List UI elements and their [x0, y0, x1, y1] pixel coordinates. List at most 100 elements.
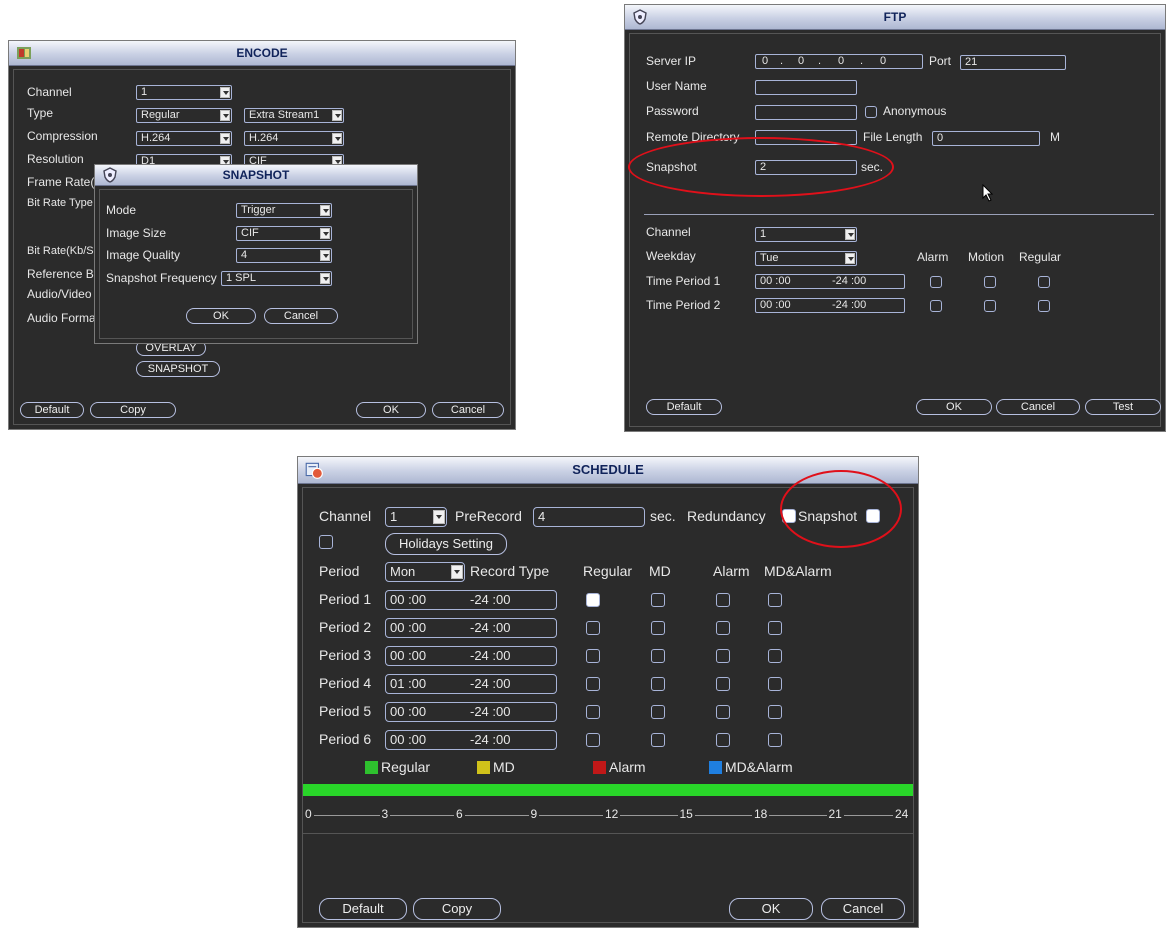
ftp-period2-regular-checkbox[interactable]: [1038, 300, 1050, 312]
schedule-period-md-checkbox[interactable]: [651, 593, 665, 607]
ftp-weekday-select[interactable]: Tue: [755, 251, 857, 266]
chevron-down-icon: [320, 250, 330, 261]
encode-type-extra-select[interactable]: Extra Stream1: [244, 108, 344, 123]
ftp-anonymous-checkbox[interactable]: [865, 106, 877, 118]
encode-ok-button[interactable]: OK: [356, 402, 426, 418]
snapshot-size-select[interactable]: CIF: [236, 226, 332, 241]
schedule-copy-button[interactable]: Copy: [413, 898, 501, 920]
encode-default-button[interactable]: Default: [20, 402, 84, 418]
ftp-username-input[interactable]: [755, 80, 857, 95]
ftp-server-ip-input[interactable]: 0 . 0 . 0 . 0: [755, 54, 923, 69]
ftp-cancel-button[interactable]: Cancel: [996, 399, 1080, 415]
ftp-channel-select[interactable]: 1: [755, 227, 857, 242]
ftp-password-input[interactable]: [755, 105, 857, 120]
schedule-period-md-checkbox[interactable]: [651, 621, 665, 635]
encode-label-bit-rate: Bit Rate(Kb/S: [27, 245, 94, 257]
legend-md-swatch: [477, 761, 490, 774]
encode-cancel-button[interactable]: Cancel: [432, 402, 504, 418]
ftp-col-motion: Motion: [968, 250, 1005, 264]
encode-channel-select[interactable]: 1: [136, 85, 232, 100]
chevron-down-icon: [332, 110, 342, 121]
snapshot-mode-select[interactable]: Trigger: [236, 203, 332, 218]
encode-label-audio-format: Audio Forma: [27, 311, 96, 325]
schedule-redundancy-label: Redundancy: [687, 508, 766, 524]
schedule-period-mdalarm-checkbox[interactable]: [768, 733, 782, 747]
ftp-period2-motion-checkbox[interactable]: [984, 300, 996, 312]
schedule-period-regular-checkbox[interactable]: [586, 593, 600, 607]
schedule-period-alarm-checkbox[interactable]: [716, 649, 730, 663]
schedule-period-regular-checkbox[interactable]: [586, 705, 600, 719]
ftp-test-button[interactable]: Test: [1085, 399, 1161, 415]
schedule-period-mdalarm-checkbox[interactable]: [768, 677, 782, 691]
schedule-period-alarm-checkbox[interactable]: [716, 593, 730, 607]
schedule-period-alarm-checkbox[interactable]: [716, 677, 730, 691]
chevron-down-icon: [451, 565, 463, 579]
ftp-period1-alarm-checkbox[interactable]: [930, 276, 942, 288]
schedule-period-md-checkbox[interactable]: [651, 677, 665, 691]
snapshot-ok-button[interactable]: OK: [186, 308, 256, 324]
schedule-holiday-checkbox[interactable]: [319, 535, 333, 549]
ftp-file-length-input[interactable]: 0: [932, 131, 1040, 146]
chevron-down-icon: [320, 273, 330, 284]
schedule-cancel-button[interactable]: Cancel: [821, 898, 905, 920]
encode-compression-main-select[interactable]: H.264: [136, 131, 232, 146]
timeline-tick-label: 18: [752, 807, 770, 821]
schedule-period-mdalarm-checkbox[interactable]: [768, 593, 782, 607]
schedule-ok-button[interactable]: OK: [729, 898, 813, 920]
schedule-period-row-label: Period 2: [319, 619, 372, 635]
schedule-period-md-checkbox[interactable]: [651, 649, 665, 663]
ftp-ok-button[interactable]: OK: [916, 399, 992, 415]
schedule-period-time-input[interactable]: 00 :00 -24 :00: [385, 730, 557, 750]
ftp-period2-alarm-checkbox[interactable]: [930, 300, 942, 312]
schedule-period-row-label: Period 5: [319, 703, 372, 719]
ftp-period1-motion-checkbox[interactable]: [984, 276, 996, 288]
encode-copy-button[interactable]: Copy: [90, 402, 176, 418]
schedule-channel-select[interactable]: 1: [385, 507, 447, 527]
schedule-period-md-checkbox[interactable]: [651, 705, 665, 719]
schedule-period-mdalarm-checkbox[interactable]: [768, 649, 782, 663]
encode-label-resolution: Resolution: [27, 152, 84, 166]
schedule-period-regular-checkbox[interactable]: [586, 649, 600, 663]
schedule-period-regular-checkbox[interactable]: [586, 677, 600, 691]
ftp-port-input[interactable]: 21: [960, 55, 1066, 70]
ftp-period1-time[interactable]: 00 :00 -24 :00: [755, 274, 905, 289]
schedule-default-button[interactable]: Default: [319, 898, 407, 920]
schedule-period-time-input[interactable]: 01 :00 -24 :00: [385, 674, 557, 694]
schedule-snapshot-highlight-ring: [780, 470, 902, 548]
timeline-tick-label: 0: [303, 807, 314, 821]
encode-snapshot-button[interactable]: SNAPSHOT: [136, 361, 220, 377]
schedule-period-time-input[interactable]: 00 :00 -24 :00: [385, 702, 557, 722]
ftp-divider: [644, 214, 1154, 215]
schedule-day-select[interactable]: Mon: [385, 562, 465, 582]
legend-md-label: MD: [493, 759, 515, 775]
ftp-period2-label: Time Period 2: [646, 298, 721, 312]
schedule-period-md-checkbox[interactable]: [651, 733, 665, 747]
schedule-period-time-input[interactable]: 00 :00 -24 :00: [385, 590, 557, 610]
encode-type-main-select[interactable]: Regular: [136, 108, 232, 123]
schedule-period-time-input[interactable]: 00 :00 -24 :00: [385, 618, 557, 638]
schedule-period-time-input[interactable]: 00 :00 -24 :00: [385, 646, 557, 666]
snapshot-frequency-select[interactable]: 1 SPL: [221, 271, 332, 286]
encode-label-reference: Reference B: [27, 267, 94, 281]
ftp-period1-regular-checkbox[interactable]: [1038, 276, 1050, 288]
schedule-period-mdalarm-checkbox[interactable]: [768, 621, 782, 635]
encode-label-bit-rate-type: Bit Rate Type: [27, 197, 93, 209]
schedule-period-alarm-checkbox[interactable]: [716, 733, 730, 747]
schedule-period-regular-checkbox[interactable]: [586, 621, 600, 635]
encode-label-type: Type: [27, 106, 54, 120]
schedule-period-regular-checkbox[interactable]: [586, 733, 600, 747]
ftp-port-label: Port: [929, 54, 952, 68]
ftp-title: FTP: [883, 10, 907, 24]
schedule-period-alarm-checkbox[interactable]: [716, 705, 730, 719]
holidays-setting-button[interactable]: Holidays Setting: [385, 533, 507, 555]
ftp-default-button[interactable]: Default: [646, 399, 722, 415]
schedule-period-mdalarm-checkbox[interactable]: [768, 705, 782, 719]
snapshot-frequency-label: Snapshot Frequency: [106, 271, 217, 285]
encode-compression-extra-select[interactable]: H.264: [244, 131, 344, 146]
schedule-prerecord-input[interactable]: 4: [533, 507, 645, 527]
snapshot-cancel-button[interactable]: Cancel: [264, 308, 338, 324]
schedule-period-alarm-checkbox[interactable]: [716, 621, 730, 635]
ftp-period2-time[interactable]: 00 :00 -24 :00: [755, 298, 905, 313]
ftp-col-regular: Regular: [1019, 250, 1062, 264]
snapshot-quality-select[interactable]: 4: [236, 248, 332, 263]
